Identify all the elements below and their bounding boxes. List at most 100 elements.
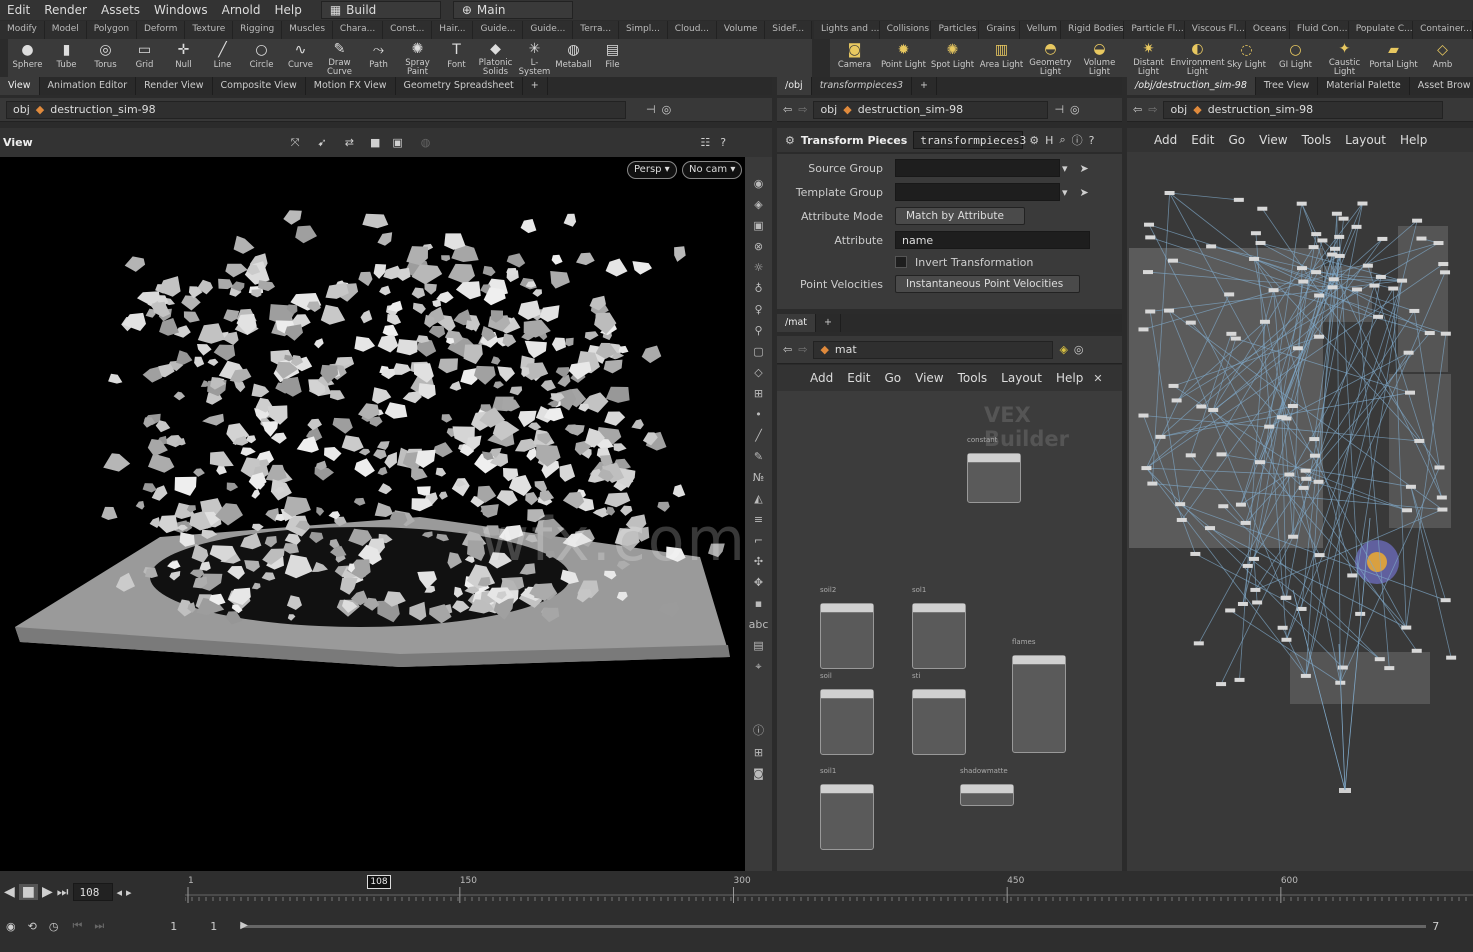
network-node[interactable] <box>1313 479 1324 484</box>
network-node[interactable] <box>1405 484 1416 489</box>
line-icon[interactable]: ╱ <box>755 429 762 442</box>
network-node[interactable] <box>1438 262 1449 267</box>
network-node[interactable] <box>1185 453 1196 458</box>
shelf-tool-font[interactable]: T Font <box>437 39 476 77</box>
shelf-tab[interactable]: Simpl... <box>619 21 668 39</box>
shelf-tab[interactable]: Model <box>45 21 87 39</box>
shelf-tool-draw-curve[interactable]: ✎ Draw Curve <box>320 39 359 77</box>
light-icon[interactable]: ☼ <box>754 261 764 274</box>
shelf-tool-file[interactable]: ▤ File <box>593 39 632 77</box>
vop-node-soil2[interactable]: soil2 <box>820 586 874 669</box>
tab-asset-browser[interactable]: Asset Brow <box>1410 77 1473 95</box>
network-menu-item[interactable]: Go <box>1228 133 1245 147</box>
start-frame[interactable]: 1 <box>170 920 210 933</box>
network-node[interactable] <box>1280 595 1291 600</box>
audio-icon[interactable]: ◉ <box>6 920 16 933</box>
shelf-tool-sphere[interactable]: ● Sphere <box>8 39 47 77</box>
viewer-tab[interactable]: Motion FX View <box>306 77 396 95</box>
network-node[interactable] <box>1384 666 1395 671</box>
network-node[interactable] <box>1337 665 1348 670</box>
shelf-tab[interactable]: Populate C... <box>1349 21 1414 39</box>
cube-icon[interactable]: ▢ <box>753 345 763 358</box>
viewer-tab[interactable]: View <box>0 77 40 95</box>
shelf-tab[interactable]: Hair... <box>432 21 474 39</box>
search-icon[interactable]: ⌕ <box>1059 133 1065 147</box>
shelf-tool-spray-paint[interactable]: ✺ Spray Paint <box>398 39 437 77</box>
shelf-tool-volume-light[interactable]: ◒ Volume Light <box>1075 39 1124 77</box>
range-start[interactable]: 1 <box>210 920 240 933</box>
shelf-tool-sky-light[interactable]: ◌ Sky Light <box>1222 39 1271 77</box>
shelf-tab[interactable]: Vellum <box>1020 21 1062 39</box>
network-node[interactable] <box>1237 601 1248 606</box>
forward-icon[interactable]: ⇨ <box>798 343 807 356</box>
tab-obj[interactable]: /obj <box>777 77 812 95</box>
frame-icon[interactable]: ▤ <box>753 639 763 652</box>
vop-node-flames[interactable]: flames <box>1012 638 1066 753</box>
bulb-icon[interactable]: ♁ <box>754 282 762 295</box>
forward-icon[interactable]: ⇨ <box>798 103 807 116</box>
shelf-tool-null[interactable]: ✛ Null <box>164 39 203 77</box>
shelf-tool-caustic-light[interactable]: ✦ Caustic Light <box>1320 39 1369 77</box>
mat-network-editor[interactable]: VEX Builder constant soil2 sol1 soil sti… <box>777 391 1122 871</box>
point-velocities-menu[interactable]: Instantaneous Point Velocities <box>895 275 1080 293</box>
network-node[interactable] <box>1308 245 1319 250</box>
network-node[interactable] <box>1347 573 1358 578</box>
marker-icon[interactable]: ⌖ <box>755 660 761 674</box>
network-node[interactable] <box>1433 241 1444 246</box>
menu-arnold[interactable]: Arnold <box>215 3 268 17</box>
network-node[interactable] <box>1403 350 1414 355</box>
viewer-tab[interactable]: Render View <box>136 77 213 95</box>
invert-checkbox[interactable] <box>895 256 907 268</box>
layer-icon[interactable]: ◈ <box>754 198 762 211</box>
network-node[interactable] <box>1144 222 1155 227</box>
shelf-tool-path[interactable]: ⤳ Path <box>359 39 398 77</box>
network-node[interactable] <box>1284 472 1295 477</box>
network-menu-item[interactable]: View <box>1259 133 1287 147</box>
network-node[interactable] <box>1373 314 1384 319</box>
network-node[interactable] <box>1287 404 1298 409</box>
tab-network[interactable]: /obj/destruction_sim-98 <box>1127 77 1256 95</box>
network-node[interactable] <box>1225 608 1236 613</box>
link-icon[interactable]: ◎ <box>1070 103 1080 116</box>
network-node[interactable] <box>1377 236 1388 241</box>
params-path[interactable]: obj ◆ destruction_sim-98 <box>813 100 1049 119</box>
shelf-tool-line[interactable]: ╱ Line <box>203 39 242 77</box>
network-node[interactable] <box>1233 197 1244 202</box>
range-start-icon[interactable]: ⏮ <box>72 919 82 933</box>
pin-icon[interactable]: ⊣ <box>646 103 656 116</box>
shelf-tool-torus[interactable]: ◎ Torus <box>86 39 125 77</box>
network-node[interactable] <box>1424 331 1435 336</box>
network-node[interactable] <box>1281 637 1292 642</box>
network-node[interactable] <box>1397 278 1408 283</box>
vop-node-shadowmatte[interactable]: shadowmatte <box>960 767 1014 806</box>
shelf-tool-tube[interactable]: ▮ Tube <box>47 39 86 77</box>
shelf-tab[interactable]: Viscous Fl... <box>1185 21 1246 39</box>
shelf-tab[interactable]: Container... <box>1413 21 1473 39</box>
network-node[interactable] <box>1255 460 1266 465</box>
menu-assets[interactable]: Assets <box>94 3 147 17</box>
camera-icon[interactable]: ◙ <box>753 767 764 780</box>
gear-icon[interactable]: ⚙ <box>1029 134 1039 147</box>
back-icon[interactable]: ⇦ <box>1133 103 1142 116</box>
step-forward-icon[interactable]: ▸ <box>126 886 132 899</box>
network-node[interactable] <box>1155 434 1166 439</box>
shelf-tab[interactable]: Cloud... <box>668 21 717 39</box>
end-icon[interactable]: ⏭ <box>57 885 69 900</box>
network-node[interactable] <box>1296 201 1307 206</box>
shelf-tool-l-system[interactable]: ✳ L-System <box>515 39 554 77</box>
network-node[interactable] <box>1216 682 1227 687</box>
step-back-icon[interactable]: ◂ <box>117 886 123 899</box>
persp-menu[interactable]: Persp ▾ <box>627 161 677 179</box>
network-node[interactable] <box>1404 390 1415 395</box>
square-icon[interactable]: ▪ <box>755 597 762 610</box>
network-node[interactable] <box>1185 320 1196 325</box>
network-node[interactable] <box>1138 413 1149 418</box>
options-icon[interactable]: ☷ <box>700 136 710 149</box>
camera-menu[interactable]: No cam ▾ <box>682 161 743 179</box>
abc-label[interactable]: abc <box>749 618 769 631</box>
range-end[interactable]: 7 <box>1432 920 1439 933</box>
menu-edit[interactable]: Edit <box>0 3 37 17</box>
network-node[interactable] <box>1145 235 1156 240</box>
network-menu-item[interactable]: Tools <box>1302 133 1332 147</box>
network-node[interactable] <box>1311 270 1322 275</box>
